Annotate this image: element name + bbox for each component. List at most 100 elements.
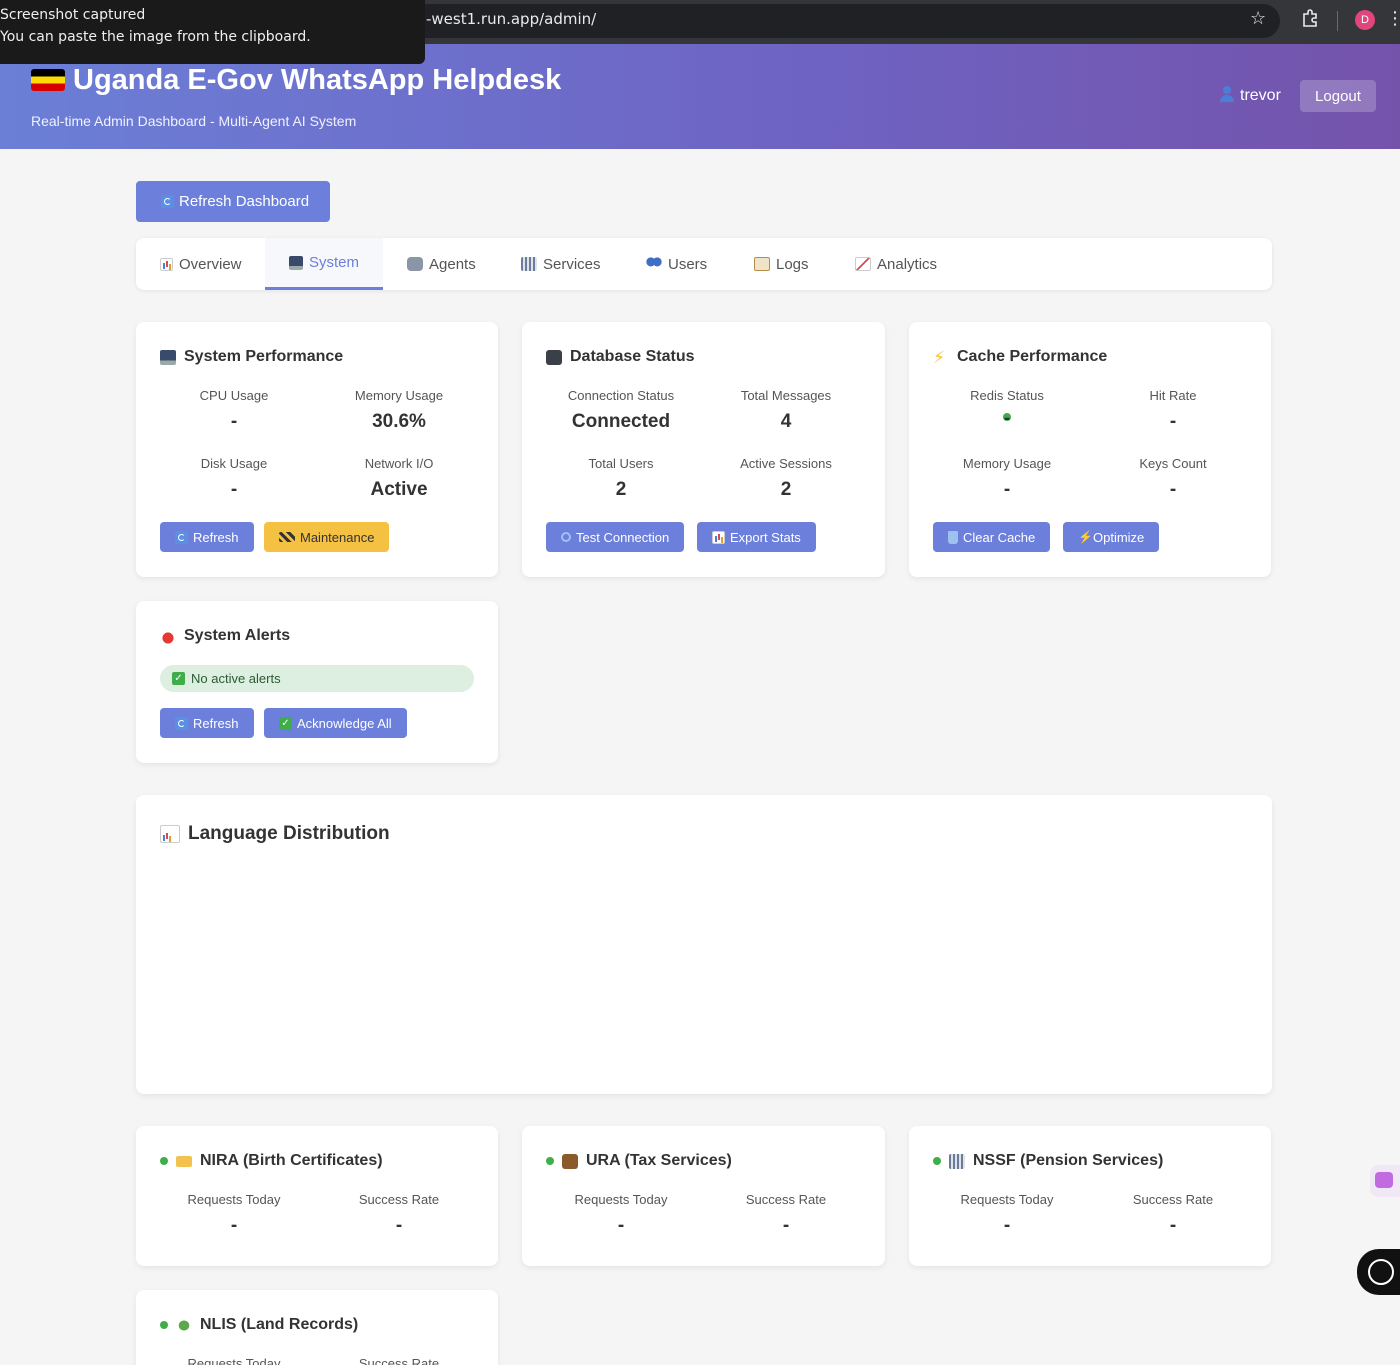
clear-cache-button[interactable]: Clear Cache xyxy=(933,522,1051,552)
nlis-success-label: Success Rate xyxy=(358,1356,440,1365)
toast-line-2: You can paste the image from the clipboa… xyxy=(0,29,311,45)
chart-icon xyxy=(160,257,173,271)
service-name-ura: URA (Tax Services) xyxy=(586,1152,732,1169)
ura-success-value: - xyxy=(782,1215,790,1236)
ura-requests-stat: Requests Today - xyxy=(546,1192,696,1237)
service-status-dot xyxy=(933,1157,941,1165)
memory-usage-stat: Memory Usage 30.6% xyxy=(324,388,474,433)
lightning-icon: ⚡ xyxy=(933,347,945,367)
system-alerts-card: System Alerts ✓ No active alerts Refresh … xyxy=(136,601,498,763)
service-name-nlis: NLIS (Land Records) xyxy=(200,1316,359,1333)
user-icon xyxy=(1220,86,1234,102)
optimize-button[interactable]: ⚡ Optimize xyxy=(1063,522,1160,552)
total-messages-stat: Total Messages 4 xyxy=(711,388,861,433)
active-sessions-stat: Active Sessions 2 xyxy=(711,456,861,501)
ura-requests-value: - xyxy=(617,1215,625,1236)
cache-memory-value: - xyxy=(1003,479,1011,500)
total-users-value: 2 xyxy=(615,479,627,500)
leaf-icon xyxy=(176,1317,192,1333)
tab-logs[interactable]: Logs xyxy=(730,238,833,290)
cache-memory-label: Memory Usage xyxy=(962,456,1052,471)
keys-count-label: Keys Count xyxy=(1139,456,1207,471)
current-user: trevor xyxy=(1220,86,1281,105)
users-icon xyxy=(646,257,662,271)
tab-users[interactable]: Users xyxy=(622,238,731,290)
monitor-icon xyxy=(160,349,176,365)
nssf-success-label: Success Rate xyxy=(1132,1192,1214,1207)
cache-performance-title-text: Cache Performance xyxy=(957,348,1108,365)
connection-status-label: Connection Status xyxy=(567,388,675,403)
check-icon: ✓ xyxy=(172,672,185,685)
redis-status-label: Redis Status xyxy=(970,388,1044,403)
cpu-usage-stat: CPU Usage - xyxy=(159,388,309,433)
tab-overview[interactable]: Overview xyxy=(136,238,266,290)
tab-system[interactable]: System xyxy=(265,238,383,290)
maintenance-button[interactable]: Maintenance xyxy=(264,522,390,552)
total-users-label: Total Users xyxy=(588,456,654,471)
refresh-dashboard-label: Refresh Dashboard xyxy=(179,193,310,210)
tab-users-label: Users xyxy=(668,255,708,273)
system-alerts-title: System Alerts xyxy=(160,627,290,645)
assistant-launcher-icon[interactable] xyxy=(1370,1165,1400,1197)
service-card-nlis: NLIS (Land Records) Requests Today- Succ… xyxy=(136,1290,498,1365)
ticket-icon xyxy=(176,1155,192,1167)
magnifier-icon xyxy=(561,532,571,542)
system-refresh-button[interactable]: Refresh xyxy=(160,522,254,552)
nssf-requests-value: - xyxy=(1003,1215,1011,1236)
service-name-nssf: NSSF (Pension Services) xyxy=(973,1152,1164,1169)
nira-success-value: - xyxy=(395,1215,403,1236)
trash-icon xyxy=(948,530,958,544)
memory-usage-value: 30.6% xyxy=(372,411,426,432)
alerts-refresh-button[interactable]: Refresh xyxy=(160,708,254,738)
service-title-nira: NIRA (Birth Certificates) xyxy=(160,1152,383,1170)
bank-icon xyxy=(521,257,537,271)
service-title-nlis: NLIS (Land Records) xyxy=(160,1316,358,1334)
language-distribution-title-text: Language Distribution xyxy=(188,823,390,844)
nssf-success-value: - xyxy=(1169,1215,1177,1236)
disk-usage-value: - xyxy=(230,479,238,500)
toolbar-divider xyxy=(1337,11,1338,31)
cache-performance-title: ⚡ Cache Performance xyxy=(933,348,1107,366)
trend-icon xyxy=(855,257,871,271)
system-performance-card: System Performance CPU Usage - Memory Usa… xyxy=(136,322,498,577)
refresh-dashboard-button[interactable]: Refresh Dashboard xyxy=(136,181,330,222)
chart-icon xyxy=(712,530,725,544)
extensions-icon[interactable] xyxy=(1300,8,1320,28)
total-messages-label: Total Messages xyxy=(740,388,832,403)
dashboard-tabs: Overview System Agents Services Users Lo… xyxy=(136,238,1272,290)
ura-requests-label: Requests Today xyxy=(574,1192,668,1207)
language-distribution-title: Language Distribution xyxy=(160,823,390,845)
maintenance-label: Maintenance xyxy=(300,529,375,545)
cache-performance-card: ⚡ Cache Performance Redis Status - Hit Rat… xyxy=(909,322,1271,577)
clear-cache-label: Clear Cache xyxy=(963,529,1036,545)
acknowledge-all-button[interactable]: ✓ Acknowledge All xyxy=(264,708,407,738)
acknowledge-all-label: Acknowledge All xyxy=(297,715,392,731)
refresh-icon xyxy=(161,195,174,208)
tab-analytics-label: Analytics xyxy=(877,255,938,273)
test-connection-button[interactable]: Test Connection xyxy=(546,522,685,552)
nira-requests-stat: Requests Today - xyxy=(159,1192,309,1237)
screenshot-toast: Screenshot captured You can paste the im… xyxy=(0,0,425,64)
hit-rate-value: - xyxy=(1169,411,1177,432)
tab-logs-label: Logs xyxy=(776,255,809,273)
export-stats-button[interactable]: Export Stats xyxy=(697,522,816,552)
refresh-icon xyxy=(175,716,188,730)
profile-avatar-icon[interactable]: D xyxy=(1355,10,1375,30)
service-status-dot xyxy=(546,1157,554,1165)
keys-count-value: - xyxy=(1169,479,1177,500)
chatgpt-launcher-icon[interactable] xyxy=(1357,1249,1400,1295)
tab-analytics[interactable]: Analytics xyxy=(831,238,961,290)
construction-barrier-icon xyxy=(279,532,295,542)
browser-menu-icon[interactable]: ⋮ xyxy=(1386,8,1400,29)
service-card-nssf: NSSF (Pension Services) Requests Today - … xyxy=(909,1126,1271,1266)
page-subtitle: Real-time Admin Dashboard - Multi-Agent … xyxy=(31,113,357,129)
hit-rate-stat: Hit Rate - xyxy=(1098,388,1248,433)
tab-agents[interactable]: Agents xyxy=(383,238,500,290)
logout-button[interactable]: Logout xyxy=(1300,80,1376,112)
check-icon: ✓ xyxy=(279,716,292,730)
disk-usage-stat: Disk Usage - xyxy=(159,456,309,501)
service-title-ura: URA (Tax Services) xyxy=(546,1152,732,1170)
tab-services[interactable]: Services xyxy=(497,238,625,290)
bookmark-star-icon[interactable]: ☆ xyxy=(1250,8,1266,29)
username: trevor xyxy=(1240,87,1281,104)
